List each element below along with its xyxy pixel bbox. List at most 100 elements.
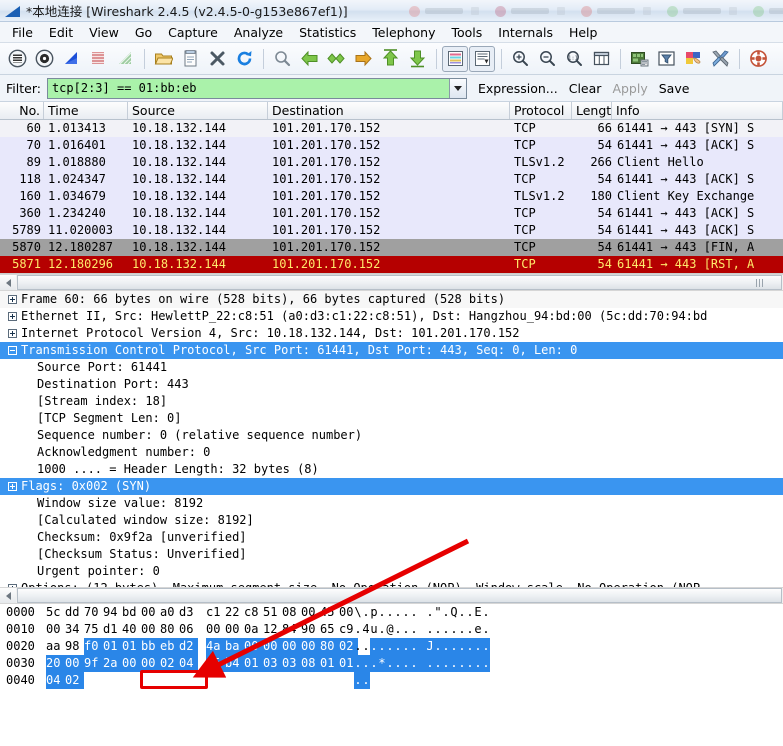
expand-icon[interactable] — [8, 482, 17, 491]
find-packet-icon[interactable] — [269, 46, 295, 72]
detail-tree-row[interactable]: Options: (12 bytes), Maximum segment siz… — [0, 580, 783, 587]
open-file-icon[interactable] — [150, 46, 176, 72]
go-to-packet-icon[interactable] — [350, 46, 376, 72]
packet-details-pane[interactable]: Frame 60: 66 bytes on wire (528 bits), 6… — [0, 291, 783, 587]
detail-tree-row[interactable]: [Calculated window size: 8192] — [0, 512, 783, 529]
scroll-left-arrow-icon[interactable] — [0, 275, 16, 290]
detail-tree-row[interactable]: Destination Port: 443 — [0, 376, 783, 393]
colorize-icon[interactable] — [442, 45, 468, 72]
hex-dump-row[interactable]: 0020 aa 98 f0 01 01 bb eb d2 4a ba 00 00 00 00 80 02....… — [0, 638, 783, 655]
hex-dump-row[interactable]: 0000 5c dd 70 94 bd 00 a0 d3 c1 22 c8 51 08 00 45 00 \.p.… — [0, 604, 783, 621]
menu-internals[interactable]: Internals — [490, 23, 561, 42]
menu-view[interactable]: View — [81, 23, 127, 42]
scroll-thumb-2[interactable] — [17, 588, 782, 603]
detail-tree-row[interactable]: [Checksum Status: Unverified] — [0, 546, 783, 563]
zoom-out-icon[interactable] — [534, 46, 560, 72]
filter-expression-button[interactable]: Expression... — [478, 81, 558, 96]
zoom-reset-icon[interactable]: 1:1 — [561, 46, 587, 72]
detail-tree-row[interactable]: Acknowledgment number: 0 — [0, 444, 783, 461]
display-filter-input[interactable] — [47, 78, 449, 98]
go-back-icon[interactable] — [296, 46, 322, 72]
detail-tree-row[interactable]: Ethernet II, Src: HewlettP_22:c8:51 (a0:… — [0, 308, 783, 325]
menu-edit[interactable]: Edit — [41, 23, 81, 42]
menu-go[interactable]: Go — [127, 23, 160, 42]
menu-tools[interactable]: Tools — [443, 23, 490, 42]
expand-icon[interactable] — [8, 329, 17, 338]
go-forward-icon[interactable] — [323, 46, 349, 72]
detail-tree-row[interactable]: Source Port: 61441 — [0, 359, 783, 376]
packet-list-body[interactable]: 60 1.013413 10.18.132.144 101.201.170.152 TC… — [0, 120, 783, 273]
filter-save-button[interactable]: Save — [659, 81, 690, 96]
zoom-in-icon[interactable] — [507, 46, 533, 72]
start-capture-icon[interactable] — [58, 46, 84, 72]
display-filters-icon[interactable] — [653, 46, 679, 72]
packet-row[interactable]: 60 1.013413 10.18.132.144 101.201.170.152 TC… — [0, 120, 783, 137]
detail-tree-row[interactable]: Urgent pointer: 0 — [0, 563, 783, 580]
menu-file[interactable]: File — [4, 23, 41, 42]
reload-file-icon[interactable] — [231, 46, 257, 72]
menu-help[interactable]: Help — [561, 23, 606, 42]
detail-tree-row[interactable]: [TCP Segment Len: 0] — [0, 410, 783, 427]
column-header-time[interactable]: Time — [44, 102, 128, 119]
filter-clear-button[interactable]: Clear — [569, 81, 602, 96]
column-header-info[interactable]: Info — [612, 102, 783, 119]
capture-filters-icon[interactable] — [626, 46, 652, 72]
coloring-rules-icon[interactable] — [680, 46, 706, 72]
expand-icon[interactable] — [8, 295, 17, 304]
detail-tree-row[interactable]: Transmission Control Protocol, Src Port:… — [0, 342, 783, 359]
menu-capture[interactable]: Capture — [160, 23, 226, 42]
packet-details-tree[interactable]: Frame 60: 66 bytes on wire (528 bits), 6… — [0, 291, 783, 587]
scroll-thumb[interactable] — [17, 275, 782, 290]
save-file-icon[interactable] — [177, 46, 203, 72]
expand-icon[interactable] — [8, 312, 17, 321]
resize-columns-icon[interactable] — [588, 46, 614, 72]
preferences-icon[interactable] — [707, 46, 733, 72]
packet-row[interactable]: 70 1.016401 10.18.132.144 101.201.170.152 TC… — [0, 137, 783, 154]
scroll-left-arrow-icon-2[interactable] — [0, 588, 16, 603]
packet-row[interactable]: 89 1.018880 10.18.132.144 101.201.170.152 TL… — [0, 154, 783, 171]
list-interfaces-icon[interactable] — [4, 46, 30, 72]
filter-history-dropdown-icon[interactable] — [448, 78, 466, 98]
restart-capture-icon[interactable] — [112, 46, 138, 72]
menu-statistics[interactable]: Statistics — [291, 23, 364, 42]
hex-dump-row[interactable]: 0010 00 34 75 d1 40 00 80 06 00 00 0a 12 84 90 65 c9.4u.… — [0, 621, 783, 638]
column-header-protocol[interactable]: Protocol — [510, 102, 572, 119]
detail-tree-row[interactable]: 1000 .... = Header Length: 32 bytes (8) — [0, 461, 783, 478]
packet-row[interactable]: 5789 11.020003 10.18.132.144 101.201.170.15… — [0, 222, 783, 239]
packet-row[interactable]: 5871 12.180296 10.18.132.144 101.201.170.15… — [0, 256, 783, 273]
menu-analyze[interactable]: Analyze — [226, 23, 291, 42]
auto-scroll-icon[interactable] — [469, 45, 495, 72]
detail-tree-row[interactable]: Flags: 0x002 (SYN) — [0, 478, 783, 495]
close-file-icon[interactable] — [204, 46, 230, 72]
packet-row[interactable]: 5870 12.180287 10.18.132.144 101.201.170.15… — [0, 239, 783, 256]
packet-details-horizontal-scrollbar[interactable] — [0, 587, 783, 604]
filter-apply-button[interactable]: Apply — [612, 81, 647, 96]
stop-capture-icon[interactable] — [85, 46, 111, 72]
go-last-packet-icon[interactable] — [404, 46, 430, 72]
packet-list-horizontal-scrollbar[interactable] — [0, 274, 783, 291]
go-first-packet-icon[interactable] — [377, 46, 403, 72]
collapse-icon[interactable] — [8, 346, 17, 355]
filter-combo[interactable] — [46, 77, 467, 99]
packet-row[interactable]: 118 1.024347 10.18.132.144 101.201.170.152 T… — [0, 171, 783, 188]
packet-row[interactable]: 160 1.034679 10.18.132.144 101.201.170.152 T… — [0, 188, 783, 205]
detail-tree-row[interactable]: Checksum: 0x9f2a [unverified] — [0, 529, 783, 546]
help-icon[interactable] — [745, 46, 771, 72]
column-header-no[interactable]: No. — [0, 102, 44, 119]
hex-dump[interactable]: 0000 5c dd 70 94 bd 00 a0 d3 c1 22 c8 51 08 00 45 00 \.p.… — [0, 604, 783, 689]
menu-telephony[interactable]: Telephony — [364, 23, 443, 42]
hex-dump-row[interactable]: 0040 04 02.. — [0, 672, 783, 689]
detail-tree-row[interactable]: [Stream index: 18] — [0, 393, 783, 410]
column-header-destination[interactable]: Destination — [268, 102, 510, 119]
detail-tree-row[interactable]: Window size value: 8192 — [0, 495, 783, 512]
packet-bytes-pane[interactable]: 0000 5c dd 70 94 bd 00 a0 d3 c1 22 c8 51 08 00 45 00 \.p.… — [0, 604, 783, 730]
column-header-source[interactable]: Source — [128, 102, 268, 119]
detail-tree-row[interactable]: Sequence number: 0 (relative sequence nu… — [0, 427, 783, 444]
capture-options-icon[interactable] — [31, 46, 57, 72]
column-header-length[interactable]: Length — [572, 102, 612, 119]
packet-row[interactable]: 360 1.234240 10.18.132.144 101.201.170.152 T… — [0, 205, 783, 222]
detail-tree-row[interactable]: Internet Protocol Version 4, Src: 10.18.… — [0, 325, 783, 342]
hex-dump-row[interactable]: 0030 20 00 9f 2a 00 00 02 04 05 b4 01 03 03 08 01 01 ...*… — [0, 655, 783, 672]
detail-tree-row[interactable]: Frame 60: 66 bytes on wire (528 bits), 6… — [0, 291, 783, 308]
packet-list-pane[interactable]: No. Time Source Destination Protocol Len… — [0, 102, 783, 274]
